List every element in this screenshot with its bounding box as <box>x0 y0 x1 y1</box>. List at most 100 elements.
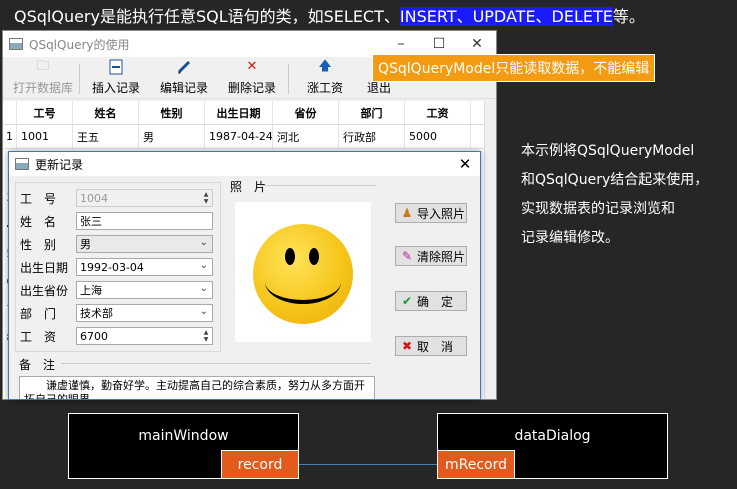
close-icon[interactable]: ✕ <box>458 36 496 52</box>
remark-group-label: 备 注 <box>19 358 56 372</box>
table-cell[interactable]: 男 <box>139 125 205 148</box>
note-callout: QSqlQueryModel只能读取数据，不能编辑 <box>372 54 656 82</box>
folder-icon: 🗀 <box>36 59 50 74</box>
field-value: 1004 <box>80 191 108 205</box>
people-icon: ♟ <box>401 206 413 220</box>
gender-combo[interactable]: 男 ⌄ <box>76 235 213 253</box>
clear-photo-button[interactable]: ✎ 清除照片 <box>395 246 467 266</box>
raise-salary-label: 涨工资 <box>306 81 343 95</box>
description-text: 本示例将QSqlQueryModel 和QSqlQuery结合起来使用， 实现数… <box>521 137 733 253</box>
column-header[interactable]: 部门 <box>339 101 405 124</box>
photo-frame <box>235 202 371 342</box>
chevron-down-icon[interactable]: ⌄ <box>200 237 208 248</box>
table-row[interactable]: 1 1001 王五 男 1987-04-24 河北 行政部 5000 <box>3 125 484 149</box>
dialog-titlebar: 更新记录 ✕ <box>9 152 480 176</box>
headline-after: 等。 <box>612 7 645 26</box>
group-divider <box>261 185 376 186</box>
field-row-department: 部 门 技术部 ⌄ <box>20 304 213 322</box>
column-header[interactable]: 姓名 <box>73 101 139 124</box>
data-dialog-box-label: dataDialog <box>514 428 591 444</box>
update-record-dialog: 更新记录 ✕ 工 号 1004 ▲ ▼ 姓 名 张三 性 别 男 ⌄ 出生日期 199… <box>8 151 481 400</box>
field-value: 1992-03-04 <box>80 260 144 274</box>
table-cell[interactable]: 王五 <box>73 125 139 148</box>
table-cell[interactable]: 1001 <box>17 125 73 148</box>
description-line: 和QSqlQuery结合起来使用， <box>521 172 709 188</box>
field-label: 出生省份 <box>20 283 69 298</box>
field-value: 技术部 <box>80 307 113 320</box>
field-row-id: 工 号 1004 ▲ ▼ <box>20 189 213 207</box>
table-header: 工号 姓名 性别 出生日期 省份 部门 工资 <box>3 101 484 125</box>
eraser-icon: ✎ <box>401 249 413 263</box>
description-line: 本示例将QSqlQueryModel <box>521 143 695 159</box>
field-value: 男 <box>80 238 91 251</box>
spin-arrows-icon[interactable]: ▲ ▼ <box>201 191 211 205</box>
cancel-button[interactable]: ✖ 取 消 <box>395 336 467 356</box>
toolbar-separator <box>79 64 80 94</box>
check-icon: ✔ <box>401 294 413 308</box>
province-combo[interactable]: 上海 ⌄ <box>76 281 213 299</box>
minimize-icon[interactable]: – <box>382 36 420 52</box>
salary-spinbox[interactable]: 6700 ▲ ▼ <box>76 327 213 345</box>
column-header[interactable]: 工资 <box>405 101 471 124</box>
window-controls: – ☐ ✕ <box>382 36 496 52</box>
chevron-down-icon[interactable]: ⌄ <box>200 283 208 294</box>
app-icon <box>9 38 23 50</box>
dialog-title: 更新记录 <box>35 157 84 172</box>
import-photo-label: 导入照片 <box>417 206 466 221</box>
edit-record-label: 编辑记录 <box>159 81 208 95</box>
corner-cell[interactable] <box>3 101 17 124</box>
smiley-face-image <box>253 224 353 324</box>
open-database-button[interactable]: 🗀 打开数据库 <box>9 58 77 98</box>
connector-line <box>298 464 438 465</box>
department-combo[interactable]: 技术部 ⌄ <box>76 304 213 322</box>
delete-record-label: 删除记录 <box>227 81 276 95</box>
spin-arrows-icon[interactable]: ▲ ▼ <box>201 329 211 343</box>
field-row-province: 出生省份 上海 ⌄ <box>20 281 213 299</box>
vertical-scrollbar[interactable] <box>484 101 496 399</box>
toolbar-separator <box>288 64 289 94</box>
insert-record-icon <box>108 59 124 75</box>
chevron-down-icon[interactable]: ⌄ <box>200 306 208 317</box>
cancel-label: 取 消 <box>417 339 454 354</box>
up-arrow-icon: 🡅 <box>318 59 332 74</box>
table-cell[interactable]: 1987-04-24 <box>205 125 273 148</box>
column-header[interactable]: 省份 <box>273 101 339 124</box>
app-icon <box>15 158 29 170</box>
delete-x-icon: ✕ <box>246 59 258 74</box>
field-label: 部 门 <box>20 306 57 321</box>
column-header[interactable]: 性别 <box>139 101 205 124</box>
id-spinbox[interactable]: 1004 ▲ ▼ <box>76 189 213 207</box>
table-cell[interactable]: 行政部 <box>339 125 405 148</box>
field-row-name: 姓 名 张三 <box>20 212 213 230</box>
birthdate-picker[interactable]: 1992-03-04 ⌄ <box>76 258 213 276</box>
headline-highlight: INSERT、UPDATE、DELETE <box>399 7 613 26</box>
close-icon[interactable]: ✕ <box>450 155 480 173</box>
table-cell[interactable]: 5000 <box>405 125 471 148</box>
table-cell[interactable]: 河北 <box>273 125 339 148</box>
field-value: 6700 <box>80 329 108 343</box>
headline-before: QSqlQuery是能执行任意SQL语句的类，如SELECT、 <box>14 7 400 26</box>
chevron-down-icon[interactable]: ⌄ <box>200 260 208 271</box>
remark-textarea[interactable]: 谦虚谨慎，勤奋好学。主动提高自己的综合素质，努力从多方面开拓自己的眼界 <box>19 376 375 399</box>
delete-record-button[interactable]: ✕ 删除记录 <box>218 58 286 98</box>
field-value: 张三 <box>80 215 102 228</box>
ok-button[interactable]: ✔ 确 定 <box>395 291 467 311</box>
field-row-salary: 工 资 6700 ▲ ▼ <box>20 327 213 345</box>
field-label: 出生日期 <box>20 260 69 275</box>
field-label: 姓 名 <box>20 214 57 229</box>
import-photo-button[interactable]: ♟ 导入照片 <box>395 203 467 223</box>
column-header[interactable]: 出生日期 <box>205 101 273 124</box>
insert-record-label: 插入记录 <box>91 81 140 95</box>
cancel-x-icon: ✖ <box>401 339 413 353</box>
record-tag: record <box>221 450 299 479</box>
row-number[interactable]: 1 <box>3 125 17 148</box>
maximize-icon[interactable]: ☐ <box>420 36 458 52</box>
insert-record-button[interactable]: 插入记录 <box>82 58 150 98</box>
description-line: 记录编辑修改。 <box>521 230 619 246</box>
edit-record-button[interactable]: 编辑记录 <box>150 58 218 98</box>
description-line: 实现数据表的记录浏览和 <box>521 201 675 217</box>
open-database-label: 打开数据库 <box>12 81 73 95</box>
column-header[interactable]: 工号 <box>17 101 73 124</box>
name-input[interactable]: 张三 <box>76 212 213 230</box>
raise-salary-button[interactable]: 🡅 涨工资 <box>291 58 359 98</box>
